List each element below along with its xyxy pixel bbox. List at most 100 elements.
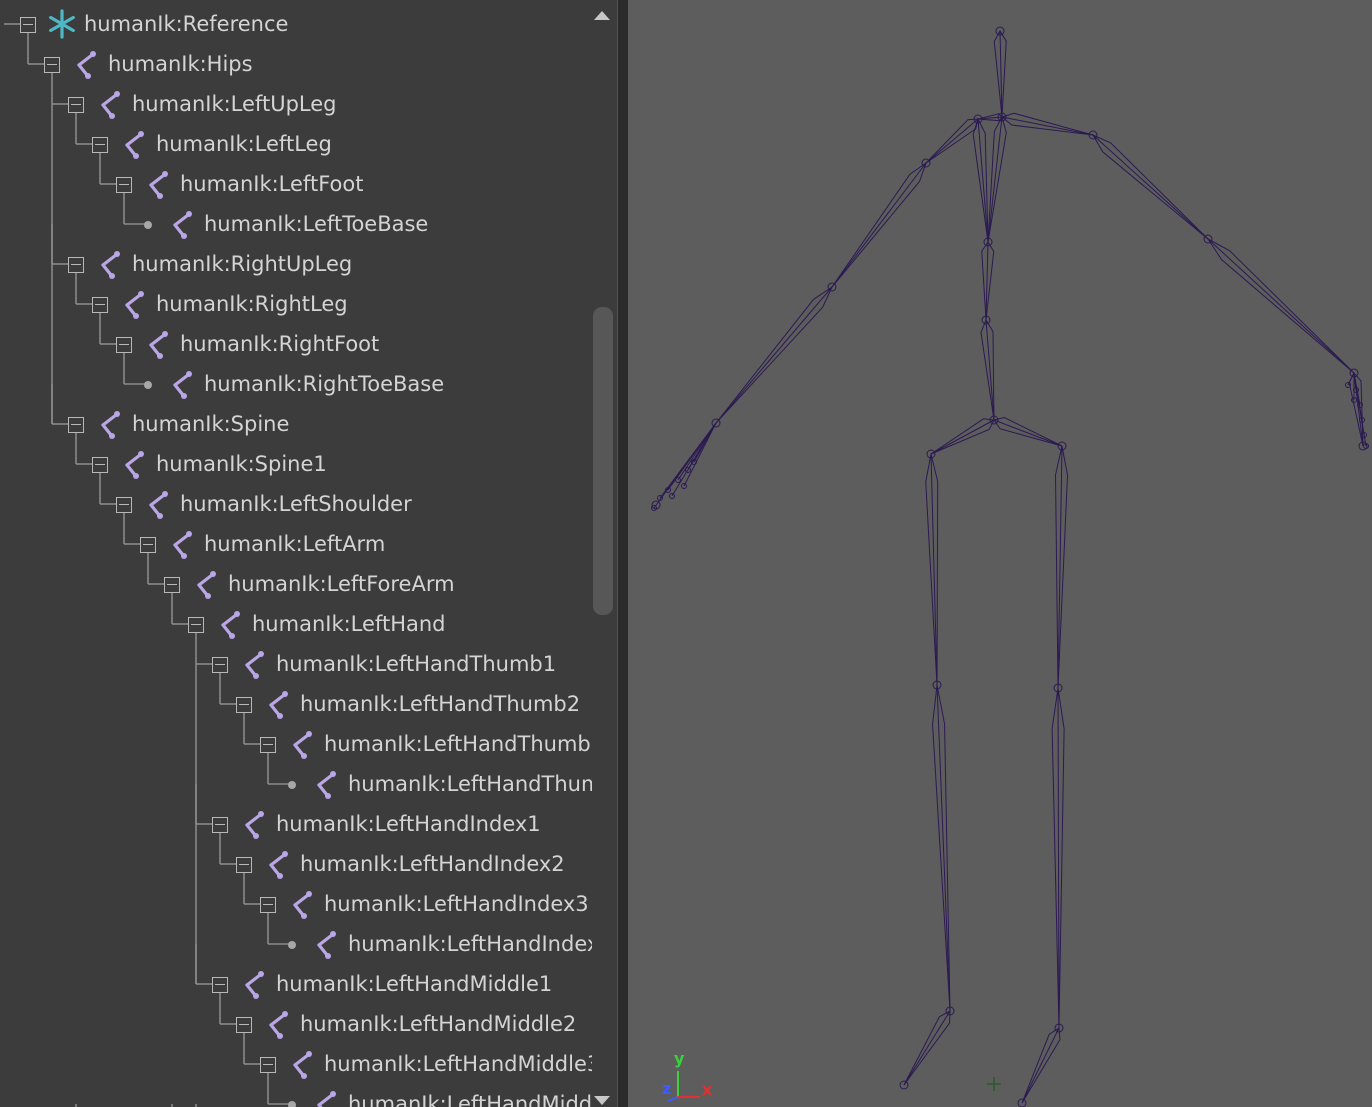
- collapse-toggle-icon[interactable]: [44, 57, 60, 73]
- outliner-item-label: humanIk:Hips: [108, 52, 253, 76]
- axis-z-label: z: [662, 1079, 672, 1098]
- outliner-row[interactable]: humanIk:LeftToeBase: [0, 204, 592, 244]
- panel-splitter[interactable]: [617, 0, 628, 1107]
- skeleton-bone-axis: [930, 453, 938, 686]
- outliner-item-label: humanIk:LeftHandThumb4: [348, 772, 592, 796]
- outliner-row[interactable]: humanIk:LeftHandThumb1: [0, 644, 592, 684]
- joint-icon: [142, 488, 174, 520]
- collapse-toggle-icon[interactable]: [212, 977, 228, 993]
- joint-icon: [262, 688, 294, 720]
- left-finger-bone[interactable]: [683, 422, 717, 487]
- outliner-row[interactable]: humanIk:LeftHandMiddle2: [0, 1004, 592, 1044]
- collapse-toggle-icon[interactable]: [236, 697, 252, 713]
- joint-icon: [238, 808, 270, 840]
- axis-x-label: x: [702, 1080, 713, 1099]
- outliner-row[interactable]: humanIk:LeftShoulder: [0, 484, 592, 524]
- outliner-item-label: humanIk:LeftLeg: [156, 132, 332, 156]
- outliner-row[interactable]: humanIk:LeftHandThumb2: [0, 684, 592, 724]
- collapse-toggle-icon[interactable]: [260, 1057, 276, 1073]
- scroll-down-arrow-icon[interactable]: [593, 1094, 611, 1107]
- leaf-node-dot-icon: [288, 1101, 296, 1107]
- outliner-row[interactable]: humanIk:Reference: [0, 4, 592, 44]
- collapse-toggle-icon[interactable]: [212, 657, 228, 673]
- outliner-row[interactable]: humanIk:RightLeg: [0, 284, 592, 324]
- outliner-row[interactable]: humanIk:LeftHandThumb3: [0, 724, 592, 764]
- collapse-toggle-icon[interactable]: [68, 97, 84, 113]
- collapse-toggle-icon[interactable]: [260, 897, 276, 913]
- outliner-row[interactable]: humanIk:RightToeBase: [0, 364, 592, 404]
- collapse-toggle-icon[interactable]: [260, 737, 276, 753]
- joint-icon: [118, 448, 150, 480]
- collapse-toggle-icon[interactable]: [212, 817, 228, 833]
- collapse-toggle-icon[interactable]: [236, 857, 252, 873]
- right-finger-bone[interactable]: [1353, 372, 1367, 447]
- collapse-toggle-icon[interactable]: [92, 137, 108, 153]
- outliner-row[interactable]: humanIk:LeftArm: [0, 524, 592, 564]
- outliner-item-label: humanIk:LeftHandMiddle4: [348, 1092, 592, 1107]
- axis-gizmo: y z x: [650, 1045, 720, 1107]
- outliner-row[interactable]: humanIk:LeftHand: [0, 604, 592, 644]
- world-origin-icon: [987, 1077, 1001, 1091]
- skeleton-view[interactable]: [628, 0, 1372, 1107]
- joint-icon: [142, 168, 174, 200]
- outliner-row[interactable]: humanIk:LeftFoot: [0, 164, 592, 204]
- collapse-toggle-icon[interactable]: [68, 257, 84, 273]
- outliner-row[interactable]: humanIk:Spine1: [0, 444, 592, 484]
- joint-icon: [94, 88, 126, 120]
- joint-icon: [238, 968, 270, 1000]
- outliner-row[interactable]: humanIk:LeftUpLeg: [0, 84, 592, 124]
- outliner-item-label: humanIk:LeftHandIndex1: [276, 812, 541, 836]
- outliner-row[interactable]: humanIk:LeftHandIndex2: [0, 844, 592, 884]
- outliner-item-label: humanIk:LeftHandThumb3: [324, 732, 592, 756]
- scroll-up-arrow-icon[interactable]: [593, 8, 611, 22]
- left-finger-bone[interactable]: [671, 422, 717, 497]
- outliner-row[interactable]: humanIk:LeftForeArm: [0, 564, 592, 604]
- skeleton-bone[interactable]: [932, 684, 951, 1012]
- outliner-row[interactable]: humanIk:RightUpLeg: [0, 244, 592, 284]
- outliner-item-label: humanIk:LeftToeBase: [204, 212, 429, 236]
- collapse-toggle-icon[interactable]: [116, 497, 132, 513]
- outliner-row[interactable]: humanIk:LeftHandThumb4: [0, 764, 592, 804]
- skeleton-bone[interactable]: [1000, 112, 1094, 136]
- scrollbar-thumb[interactable]: [593, 307, 613, 615]
- leaf-node-dot-icon: [144, 381, 152, 389]
- outliner-row[interactable]: humanIk:LeftHandIndex3: [0, 884, 592, 924]
- 3d-viewport[interactable]: y z x: [628, 0, 1372, 1107]
- outliner-row[interactable]: humanIk:Spine: [0, 404, 592, 444]
- reference-asterisk-icon: [46, 8, 78, 40]
- collapse-toggle-icon[interactable]: [236, 1017, 252, 1033]
- joint-icon: [142, 328, 174, 360]
- outliner-row[interactable]: humanIk:LeftHandIndex4: [0, 924, 592, 964]
- skeleton-bone-axis: [993, 419, 1063, 447]
- outliner-item-label: humanIk:LeftHandIndex4: [348, 932, 592, 956]
- outliner-row[interactable]: humanIk:LeftLeg: [0, 124, 592, 164]
- collapse-toggle-icon[interactable]: [92, 297, 108, 313]
- joint-icon: [286, 1048, 318, 1080]
- collapse-toggle-icon[interactable]: [164, 577, 180, 593]
- collapse-toggle-icon[interactable]: [116, 177, 132, 193]
- collapse-toggle-icon[interactable]: [92, 457, 108, 473]
- outliner-row[interactable]: humanIk:LeftHandMiddle1: [0, 964, 592, 1004]
- outliner-row[interactable]: humanIk:LeftHandMiddle3: [0, 1044, 592, 1084]
- skeleton-bone-axis: [715, 286, 833, 424]
- collapse-toggle-icon[interactable]: [116, 337, 132, 353]
- outliner-row[interactable]: humanIk:LeftHandMiddle4: [0, 1084, 592, 1107]
- skeleton-bone[interactable]: [987, 115, 1007, 243]
- outliner-item-label: humanIk:LeftUpLeg: [132, 92, 337, 116]
- collapse-toggle-icon[interactable]: [20, 17, 36, 33]
- leaf-node-dot-icon: [288, 781, 296, 789]
- outliner-item-label: humanIk:RightUpLeg: [132, 252, 353, 276]
- skeleton-bone[interactable]: [972, 117, 989, 243]
- outliner-row[interactable]: humanIk:LeftHandIndex1: [0, 804, 592, 844]
- joint-icon: [262, 848, 294, 880]
- collapse-toggle-icon[interactable]: [140, 537, 156, 553]
- joint-icon: [262, 1008, 294, 1040]
- joint-icon: [70, 48, 102, 80]
- leaf-node-dot-icon: [288, 941, 296, 949]
- outliner-item-label: humanIk:LeftHandMiddle1: [276, 972, 553, 996]
- outliner-item-label: humanIk:RightFoot: [180, 332, 380, 356]
- outliner-row[interactable]: humanIk:RightFoot: [0, 324, 592, 364]
- collapse-toggle-icon[interactable]: [68, 417, 84, 433]
- outliner-row[interactable]: humanIk:Hips: [0, 44, 592, 84]
- collapse-toggle-icon[interactable]: [188, 617, 204, 633]
